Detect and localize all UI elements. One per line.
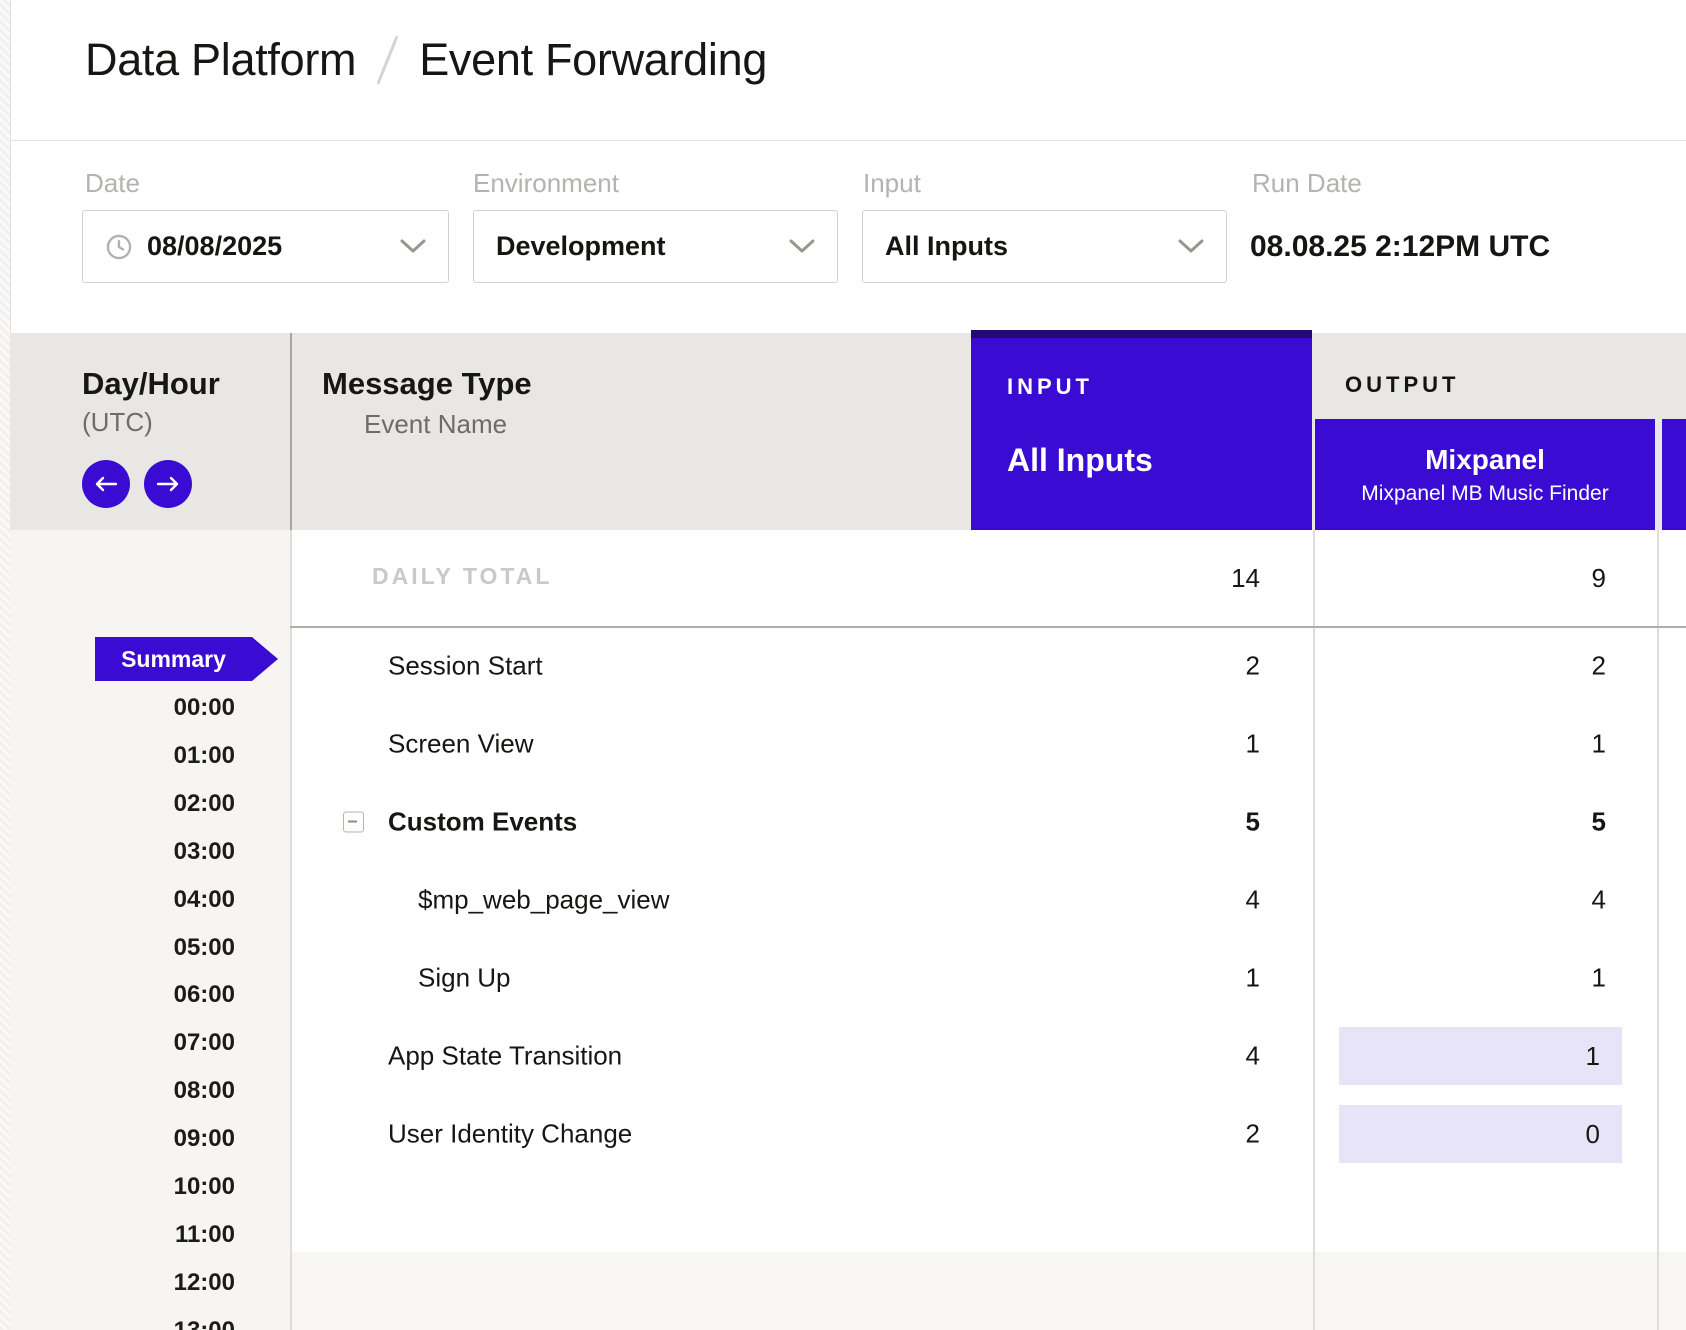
breadcrumb-slash-icon	[377, 35, 399, 84]
input-count-value: 2	[1246, 1119, 1260, 1150]
header-divider	[10, 140, 1686, 141]
environment-value: Development	[496, 231, 666, 262]
arrow-right-icon	[156, 476, 180, 492]
summary-badge-arrow-icon	[252, 637, 278, 681]
hour-label[interactable]: 10:00	[174, 1173, 235, 1201]
breadcrumb: Data Platform Event Forwarding	[85, 34, 767, 86]
hour-label[interactable]: 13:00	[174, 1317, 235, 1330]
output-count-highlight-cell[interactable]: 0	[1339, 1105, 1622, 1163]
date-value: 08/08/2025	[147, 231, 282, 262]
input-column-title: All Inputs	[1007, 442, 1153, 479]
output-column-header-next-partial[interactable]	[1662, 419, 1686, 530]
output-count-value: 1	[1592, 963, 1606, 994]
input-count-value: 1	[1246, 963, 1260, 994]
output-count-value: 4	[1592, 885, 1606, 916]
event-name-label: Session Start	[388, 651, 543, 682]
run-date-label: Run Date	[1252, 168, 1362, 199]
column-divider-header	[290, 333, 292, 530]
table-row: App State Transition 4 1	[290, 1017, 1686, 1095]
output-count-value: 5	[1592, 807, 1606, 838]
input-count-value: 4	[1246, 885, 1260, 916]
hour-label[interactable]: 04:00	[174, 886, 235, 914]
input-filter-label: Input	[863, 168, 921, 199]
arrow-left-icon	[94, 476, 118, 492]
table-footer-band	[290, 1252, 1686, 1330]
environment-dropdown[interactable]: Development	[473, 210, 838, 283]
event-forwarding-page: Data Platform Event Forwarding Date Envi…	[0, 0, 1686, 1330]
table-row: $mp_web_page_view 4 4	[290, 861, 1686, 939]
input-dropdown[interactable]: All Inputs	[862, 210, 1227, 283]
output-column-header-mixpanel[interactable]: Mixpanel Mixpanel MB Music Finder	[1315, 419, 1655, 530]
output-connection-detail: Mixpanel MB Music Finder	[1361, 482, 1608, 506]
collapse-minus-icon[interactable]	[343, 812, 364, 833]
summary-badge-label: Summary	[121, 646, 226, 673]
hour-label[interactable]: 08:00	[174, 1077, 235, 1105]
hour-label[interactable]: 03:00	[174, 838, 235, 866]
environment-filter-label: Environment	[473, 168, 619, 199]
table-row: Session Start 2 2	[290, 627, 1686, 705]
run-date-value: 08.08.25 2:12PM UTC	[1250, 230, 1550, 264]
input-column-top-strip	[971, 330, 1312, 338]
day-hour-header: Day/Hour	[82, 366, 220, 402]
date-filter-label: Date	[85, 168, 140, 199]
input-count-value: 2	[1246, 651, 1260, 682]
input-count-value: 4	[1246, 1041, 1260, 1072]
hour-label[interactable]: 12:00	[174, 1269, 235, 1297]
previous-day-button[interactable]	[82, 460, 130, 508]
hour-label[interactable]: 06:00	[174, 981, 235, 1009]
event-name-label: Screen View	[388, 729, 534, 760]
output-count-value: 1	[1592, 729, 1606, 760]
output-count-value: 2	[1592, 651, 1606, 682]
input-group-label: INPUT	[1007, 374, 1093, 400]
output-count-highlight-cell[interactable]: 1	[1339, 1027, 1622, 1085]
date-dropdown[interactable]: 08/08/2025	[82, 210, 449, 283]
table-row: Sign Up 1 1	[290, 939, 1686, 1017]
input-count-value: 1	[1246, 729, 1260, 760]
output-count-value: 1	[1586, 1041, 1600, 1072]
input-value: All Inputs	[885, 231, 1008, 262]
chevron-down-icon	[1178, 239, 1204, 254]
message-type-header: Message Type	[322, 366, 532, 402]
hour-label[interactable]: 02:00	[174, 790, 235, 818]
event-name-label: User Identity Change	[388, 1119, 632, 1150]
hour-label[interactable]: 11:00	[175, 1221, 235, 1249]
daily-total-input-value: 14	[1231, 563, 1260, 594]
table-row: User Identity Change 2 0	[290, 1095, 1686, 1173]
event-name-label: $mp_web_page_view	[418, 885, 670, 916]
hour-label[interactable]: 05:00	[174, 934, 235, 962]
hour-label[interactable]: 01:00	[174, 742, 235, 770]
daily-total-label: DAILY TOTAL	[372, 563, 552, 590]
day-hour-subtitle: (UTC)	[82, 407, 153, 438]
clock-icon	[105, 233, 133, 261]
daily-total-output-value: 9	[1592, 563, 1606, 594]
output-connection-name: Mixpanel	[1425, 444, 1545, 476]
hour-label[interactable]: 00:00	[174, 694, 235, 722]
event-name-label: Custom Events	[388, 807, 577, 838]
next-day-button[interactable]	[144, 460, 192, 508]
summary-badge[interactable]: Summary	[95, 637, 278, 681]
event-name-label: Sign Up	[418, 963, 511, 994]
event-name-subheader: Event Name	[364, 409, 507, 440]
breadcrumb-section[interactable]: Data Platform	[85, 34, 356, 86]
chevron-down-icon	[400, 239, 426, 254]
input-column-header[interactable]: INPUT All Inputs	[971, 330, 1312, 530]
chevron-down-icon	[789, 239, 815, 254]
event-name-label: App State Transition	[388, 1041, 622, 1072]
output-count-value: 0	[1586, 1119, 1600, 1150]
table-row: Screen View 1 1	[290, 705, 1686, 783]
input-count-value: 5	[1246, 807, 1260, 838]
table-row: Custom Events 5 5	[290, 783, 1686, 861]
output-group-label: OUTPUT	[1345, 372, 1459, 398]
hour-label[interactable]: 09:00	[174, 1125, 235, 1153]
page-title: Event Forwarding	[419, 34, 767, 86]
hour-label[interactable]: 07:00	[174, 1029, 235, 1057]
